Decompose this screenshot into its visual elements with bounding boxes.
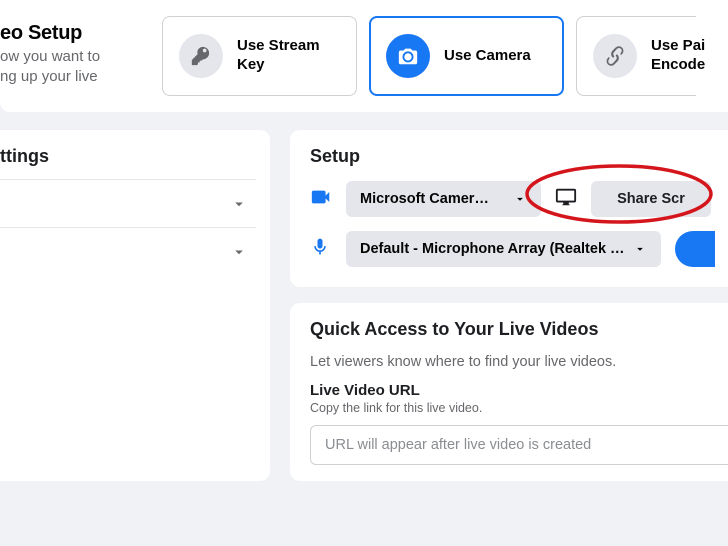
- monitor-icon: [555, 186, 577, 213]
- option-camera[interactable]: Use Camera: [369, 16, 564, 96]
- camera-dropdown-label: Microsoft Camer…: [360, 191, 489, 207]
- chevron-down-icon: [230, 243, 248, 261]
- url-label: Live Video URL: [310, 382, 728, 399]
- video-setup-heading: eo Setup ow you want tong up your live: [0, 22, 150, 86]
- microphone-dropdown-label: Default - Microphone Array (Realtek …: [360, 241, 625, 257]
- page-subtitle: ow you want tong up your live: [0, 47, 150, 86]
- settings-collapse-2[interactable]: [0, 227, 256, 275]
- video-camera-icon: [310, 186, 332, 213]
- link-icon: [593, 34, 637, 78]
- option-label: Use Camera: [444, 47, 531, 66]
- option-cards: Use Stream Key Use Camera Use PaiEncode: [162, 16, 696, 96]
- caret-down-icon: [633, 242, 647, 256]
- share-screen-button[interactable]: Share Scr: [591, 181, 711, 217]
- setup-panel: Setup Microsoft Camer… Share Scr: [290, 130, 728, 287]
- video-setup-header: eo Setup ow you want tong up your live U…: [0, 0, 728, 112]
- option-label: Use Stream Key: [237, 37, 340, 75]
- option-stream-key[interactable]: Use Stream Key: [162, 16, 357, 96]
- option-paired-encoder[interactable]: Use PaiEncode: [576, 16, 696, 96]
- settings-collapse-1[interactable]: [0, 179, 256, 227]
- microphone-dropdown[interactable]: Default - Microphone Array (Realtek …: [346, 231, 661, 267]
- microphone-icon: [310, 237, 332, 262]
- settings-heading: ttings: [0, 146, 256, 167]
- chevron-down-icon: [230, 195, 248, 213]
- quick-heading: Quick Access to Your Live Videos: [310, 319, 728, 340]
- caret-down-icon: [513, 192, 527, 206]
- camera-dropdown[interactable]: Microsoft Camer…: [346, 181, 541, 217]
- main-row: ttings Setup Microsoft Camer…: [0, 112, 728, 481]
- option-label: Use PaiEncode: [651, 37, 705, 75]
- camera-row: Microsoft Camer… Share Scr: [310, 181, 728, 217]
- settings-panel: ttings: [0, 130, 270, 481]
- blue-action-button[interactable]: [675, 231, 715, 267]
- mic-row: Default - Microphone Array (Realtek …: [310, 231, 728, 267]
- setup-heading: Setup: [310, 146, 728, 167]
- share-screen-group: Share Scr: [555, 181, 711, 217]
- quick-subtitle: Let viewers know where to find your live…: [310, 354, 728, 370]
- page-title: eo Setup: [0, 22, 150, 45]
- key-icon: [179, 34, 223, 78]
- camera-icon: [386, 34, 430, 78]
- right-column: Setup Microsoft Camer… Share Scr: [290, 130, 728, 481]
- url-caption: Copy the link for this live video.: [310, 401, 728, 415]
- url-field[interactable]: URL will appear after live video is crea…: [310, 425, 728, 465]
- quick-access-panel: Quick Access to Your Live Videos Let vie…: [290, 303, 728, 481]
